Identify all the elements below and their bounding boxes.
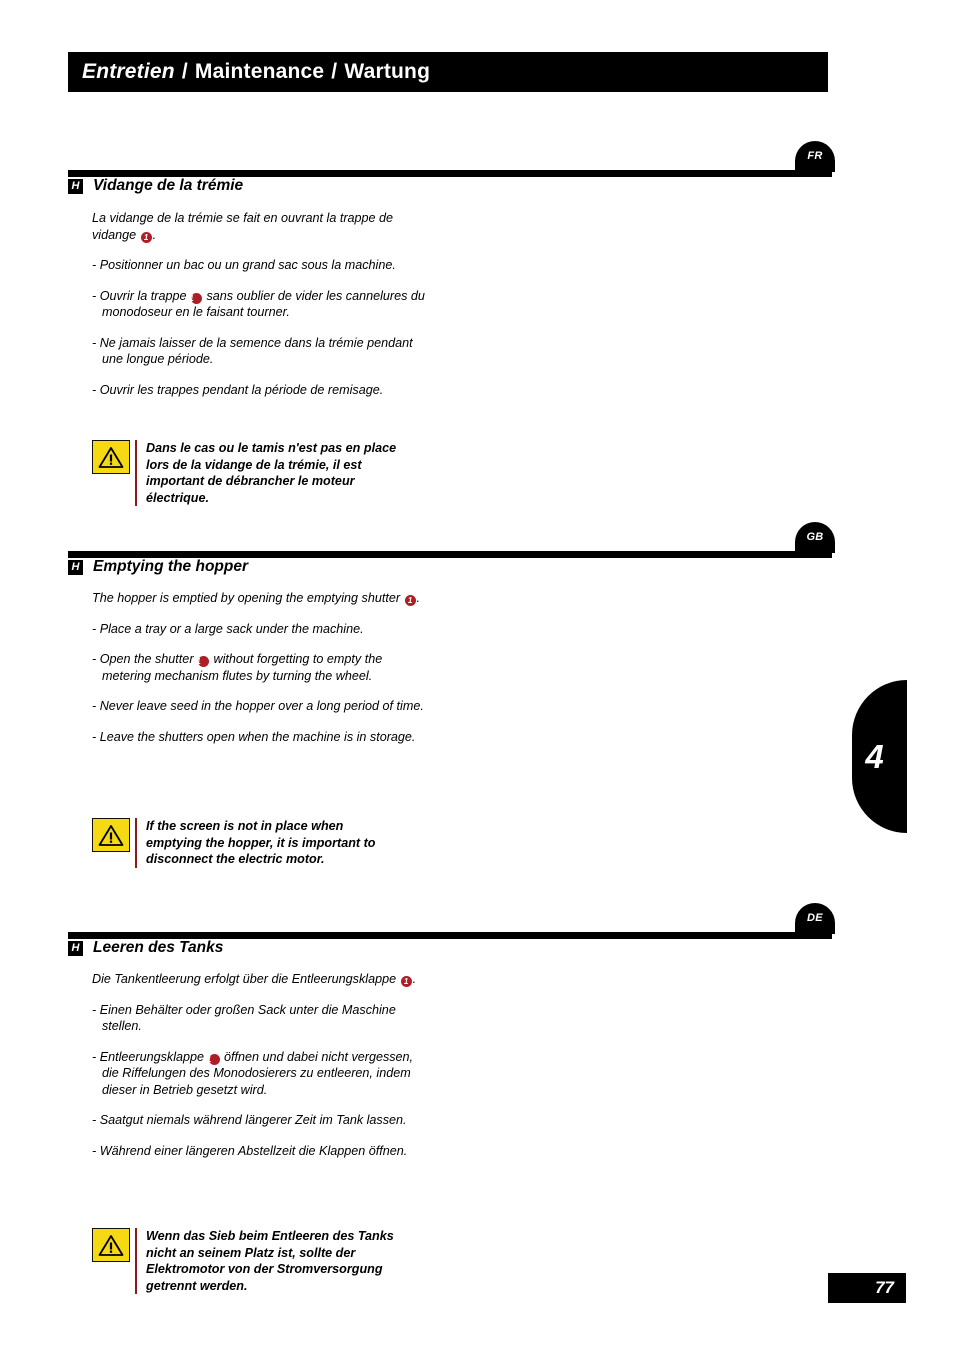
section-intro-gb: The hopper is emptied by opening the emp… — [92, 590, 432, 607]
warning-accent-rule — [135, 818, 137, 868]
section-heading-gb: H Emptying the hopper — [68, 558, 248, 576]
reference-marker-1: 1 — [189, 292, 202, 304]
intro-text-a: Die Tankentleerung erfolgt über die Entl… — [92, 972, 400, 986]
list-item: - Leave the shutters open when the machi… — [92, 729, 432, 746]
chapter-thumb-index: 4 — [852, 680, 907, 833]
bullet-text-a: - Leave the shutters open when the machi… — [92, 729, 416, 744]
section-intro-fr: La vidange de la trémie se fait en ouvra… — [92, 210, 432, 243]
list-item: - Positionner un bac ou un grand sac sou… — [92, 257, 432, 274]
chapter-number: 4 — [865, 737, 884, 775]
list-item: - Never leave seed in the hopper over a … — [92, 698, 432, 715]
list-item: - Place a tray or a large sack under the… — [92, 621, 432, 638]
section-rule-fr — [68, 170, 832, 177]
page-title-de: Wartung — [344, 60, 431, 83]
bullet-text-a: - Entleerungsklappe — [92, 1049, 208, 1064]
bullet-text-a: - Ne jamais laisser de la semence dans l… — [92, 335, 413, 367]
bullet-text-a: - Never leave seed in the hopper over a … — [92, 699, 424, 713]
page-title-bar: Entretien / Maintenance / Wartung — [68, 52, 828, 92]
language-badge-gb: GB — [795, 522, 835, 553]
section-intro-de: Die Tankentleerung erfolgt über die Entl… — [92, 971, 432, 988]
section-title-fr: Vidange de la trémie — [93, 177, 244, 194]
bullet-text-a: - Einen Behälter oder großen Sack unter … — [92, 1002, 396, 1034]
section-body-gb: The hopper is emptied by opening the emp… — [92, 590, 432, 745]
list-item: - Ne jamais laisser de la semence dans l… — [92, 335, 432, 368]
list-item: - Saatgut niemals während längerer Zeit … — [92, 1112, 432, 1129]
list-item: - Einen Behälter oder großen Sack unter … — [92, 1002, 432, 1035]
title-separator-2: / — [331, 60, 338, 83]
intro-text-b: . — [412, 972, 417, 986]
reference-marker-1: 1 — [400, 976, 412, 987]
section-title-gb: Emptying the hopper — [93, 558, 248, 575]
section-rule-de — [68, 932, 832, 939]
language-badge-de: DE — [795, 903, 835, 934]
bullet-text-a: - Place a tray or a large sack under the… — [92, 621, 364, 636]
list-item: - Entleerungsklappe 1 öffnen und dabei n… — [92, 1049, 432, 1099]
section-heading-de: H Leeren des Tanks — [68, 939, 223, 957]
list-item: - Während einer längeren Abstellzeit die… — [92, 1143, 432, 1160]
warning-triangle-icon — [92, 818, 130, 852]
section-heading-fr: H Vidange de la trémie — [68, 177, 243, 195]
page-number: 77 — [875, 1278, 894, 1297]
warning-text-de: Wenn das Sieb beim Entleeren des Tanks n… — [146, 1229, 394, 1293]
list-item: - Ouvrir la trappe 1 sans oublier de vid… — [92, 288, 432, 321]
reference-marker-1: 1 — [404, 595, 416, 606]
bullet-text-a: - Open the shutter — [92, 652, 198, 666]
intro-text-a: La vidange de la trémie se fait en ouvra… — [92, 211, 394, 242]
section-letter-badge: H — [68, 559, 83, 575]
intro-text-b: . — [416, 591, 421, 605]
title-separator-1: / — [181, 60, 188, 83]
page-title: Entretien / Maintenance / Wartung — [82, 60, 430, 84]
bullet-text-a: - Ouvrir les trappes pendant la période … — [92, 382, 384, 397]
warning-accent-rule — [135, 440, 137, 506]
bullet-text-a: - Positionner un bac ou un grand sac sou… — [92, 258, 396, 272]
page-title-en: Maintenance — [194, 60, 325, 83]
page-number-tab: 77 — [828, 1273, 906, 1303]
warning-text-gb: If the screen is not in place when empty… — [146, 819, 376, 866]
language-badge-fr: FR — [795, 141, 835, 172]
section-body-de: Die Tankentleerung erfolgt über die Entl… — [92, 971, 432, 1159]
intro-text-b: . — [152, 227, 157, 242]
section-rule-gb — [68, 551, 832, 558]
warning-block-gb: If the screen is not in place when empty… — [92, 818, 398, 868]
warning-text-fr: Dans le cas ou le tamis n'est pas en pla… — [146, 441, 397, 505]
warning-accent-rule — [135, 1228, 137, 1294]
reference-marker-1: 1 — [196, 656, 210, 667]
page-title-fr: Entretien — [82, 60, 175, 83]
section-title-de: Leeren des Tanks — [93, 939, 224, 956]
warning-block-fr: Dans le cas ou le tamis n'est pas en pla… — [92, 440, 398, 506]
intro-text-a: The hopper is emptied by opening the emp… — [92, 591, 404, 605]
list-item: - Open the shutter 1 without forgetting … — [92, 651, 432, 684]
reference-marker-1: 1 — [140, 231, 152, 243]
section-letter-badge: H — [68, 940, 83, 956]
reference-marker-1: 1 — [207, 1053, 220, 1065]
warning-triangle-icon — [92, 1228, 130, 1262]
section-body-fr: La vidange de la trémie se fait en ouvra… — [92, 210, 432, 398]
section-letter-badge: H — [68, 178, 83, 194]
bullet-text-a: - Saatgut niemals während längerer Zeit … — [92, 1113, 407, 1127]
bullet-text-a: - Während einer längeren Abstellzeit die… — [92, 1143, 408, 1158]
warning-block-de: Wenn das Sieb beim Entleeren des Tanks n… — [92, 1228, 398, 1294]
bullet-text-a: - Ouvrir la trappe — [92, 288, 190, 303]
list-item: - Ouvrir les trappes pendant la période … — [92, 382, 432, 399]
warning-triangle-icon — [92, 440, 130, 474]
